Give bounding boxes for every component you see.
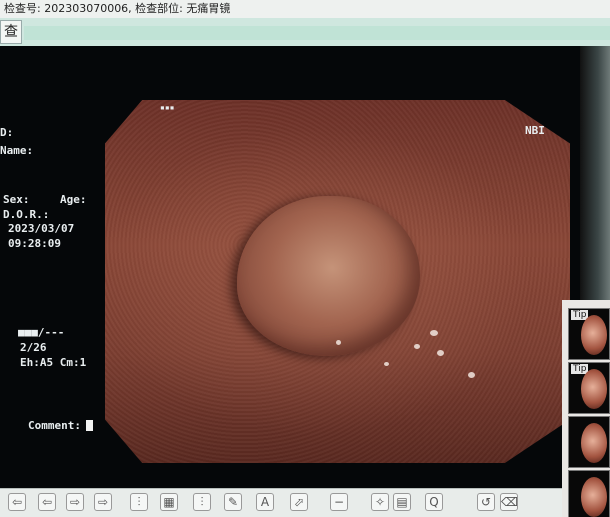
- thumbnail-image: [581, 369, 607, 409]
- thumbnail-image: [581, 477, 607, 517]
- reflection-speck: [437, 350, 444, 356]
- text-icon[interactable]: A: [256, 493, 274, 511]
- magnify-icon-glyph: Q: [429, 495, 439, 509]
- arrow-right-icon-glyph: ⇨: [69, 495, 81, 509]
- nbi-mode-label: NBI: [525, 124, 545, 137]
- tab-inspect[interactable]: 查: [0, 20, 22, 44]
- age-label: Age:: [60, 193, 87, 206]
- exam-time: 09:28:09: [8, 237, 61, 250]
- exam-title-bar: 检查号: 202303070006, 检查部位: 无痛胃镜: [0, 0, 610, 18]
- thumbnail-item[interactable]: [568, 470, 610, 517]
- sex-label: Sex:: [3, 193, 30, 206]
- tab-inspect-label: 查: [4, 24, 18, 40]
- undo-icon[interactable]: ↺: [477, 493, 495, 511]
- enhancement-params: Eh:A5 Cm:1: [20, 356, 87, 369]
- reflection-speck: [336, 340, 341, 345]
- text-icon-glyph: A: [260, 495, 270, 509]
- vertical-measure-icon[interactable]: ⫶: [193, 493, 211, 511]
- zoom-icon-glyph: ✧: [374, 495, 386, 509]
- tab-row: 查: [0, 18, 610, 46]
- erase-icon[interactable]: ⌫: [500, 493, 518, 511]
- minus-icon-glyph: −: [333, 495, 345, 509]
- exam-date: 2023/03/07: [8, 222, 75, 235]
- arrow-right-icon[interactable]: ⇨: [66, 493, 84, 511]
- arrow-left-icon[interactable]: ⇦: [38, 493, 56, 511]
- thumbnail-item[interactable]: Tip: [568, 308, 610, 360]
- vertical-measure-icon-glyph: ⫶: [137, 495, 141, 509]
- reflection-speck: [414, 344, 420, 349]
- pen-icon-glyph: ✎: [227, 495, 239, 509]
- arrow-icon-glyph: ⬀: [293, 495, 305, 509]
- document-icon[interactable]: ▤: [393, 493, 411, 511]
- reflection-speck: [384, 362, 389, 366]
- document-icon-glyph: ▤: [396, 495, 408, 509]
- erase-icon-glyph: ⌫: [501, 495, 518, 509]
- image-icon[interactable]: ▦: [160, 493, 178, 511]
- thumbnail-item[interactable]: Tip: [568, 362, 610, 414]
- zoom-icon[interactable]: ✧: [371, 493, 389, 511]
- dob-label: D.O.R.:: [3, 208, 50, 221]
- arrow-right-icon-glyph: ⇨: [97, 495, 109, 509]
- pen-icon[interactable]: ✎: [224, 493, 242, 511]
- tab-strip: [24, 26, 610, 40]
- undo-icon-glyph: ↺: [480, 495, 492, 509]
- thumbnail-item[interactable]: [568, 416, 610, 468]
- reflection-speck: [468, 372, 475, 378]
- magnify-icon[interactable]: Q: [425, 493, 443, 511]
- thumbnail-image: [581, 423, 607, 463]
- bottom-toolbar: ⇦ ⇦ ⇨ ⇨ ⫶ ▦ ⫶ ✎ A ⬀ − ✧ ▤ Q ↺ ⌫: [0, 488, 562, 517]
- arrow-left-icon[interactable]: ⇦: [8, 493, 26, 511]
- patient-id-label: D:: [0, 126, 14, 139]
- vertical-measure-icon-glyph: ⫶: [200, 495, 204, 509]
- top-indicator: ▪▪▪: [160, 103, 175, 112]
- frame-counter: 2/26: [20, 341, 47, 354]
- vertical-measure-icon[interactable]: ⫶: [130, 493, 148, 511]
- arrow-icon[interactable]: ⬀: [290, 493, 308, 511]
- comment-label: Comment:: [28, 419, 81, 432]
- text-cursor: [86, 420, 93, 431]
- exam-info-text: 检查号: 202303070006, 检查部位: 无痛胃镜: [4, 2, 231, 15]
- thumbnail-image: [581, 315, 607, 355]
- level-bar: ■■■/---: [18, 326, 65, 339]
- reflection-speck: [430, 330, 438, 336]
- arrow-right-icon[interactable]: ⇨: [94, 493, 112, 511]
- arrow-left-icon-glyph: ⇦: [41, 495, 53, 509]
- image-icon-glyph: ▦: [163, 495, 175, 509]
- minus-icon[interactable]: −: [330, 493, 348, 511]
- patient-name-label: Name:: [0, 144, 34, 157]
- thumbnail-strip: Tip Tip: [562, 300, 610, 517]
- polyp-lesion: [237, 196, 420, 356]
- arrow-left-icon-glyph: ⇦: [11, 495, 23, 509]
